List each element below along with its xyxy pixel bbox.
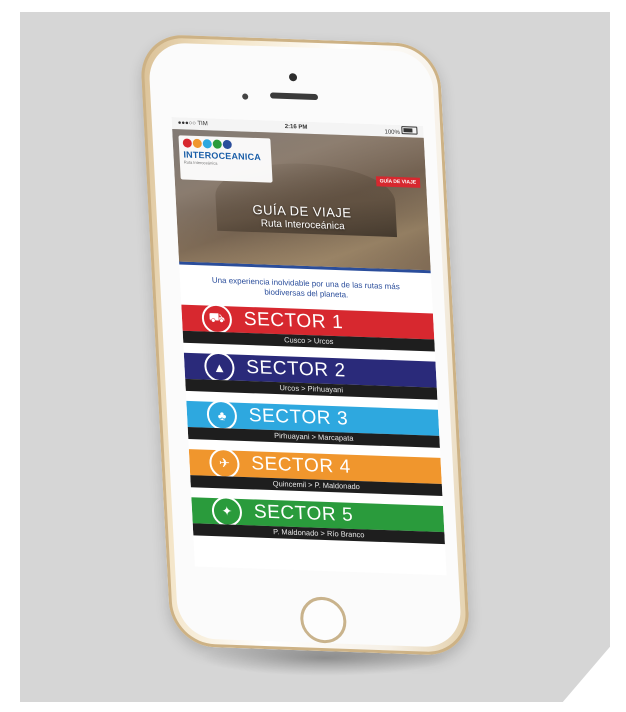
logo-dot xyxy=(222,139,232,150)
battery-icon xyxy=(401,126,418,135)
carrier-label: ●●●○○ TIM xyxy=(177,120,208,128)
sector-item[interactable]: ✦ SECTOR 5 P. Maldonado > Río Branco xyxy=(191,495,445,545)
guide-badge-button[interactable]: GUÍA DE VIAJE xyxy=(375,176,421,188)
sector-item[interactable]: ♣ SECTOR 3 Pirhuayani > Marcapata xyxy=(186,399,440,448)
app-screen: ●●●○○ TIM 2:16 PM 100% INTEROCEANICA Rut… xyxy=(171,117,447,576)
sector-label: SECTOR 3 xyxy=(248,405,349,430)
earpiece-speaker xyxy=(269,92,319,101)
battery-text: 100% xyxy=(384,129,401,137)
sector-list: ⛟ SECTOR 1 Cusco > Urcos ▲ SECTOR 2 Urcos > P… xyxy=(181,303,445,545)
hero-banner: INTEROCEANICA Ruta Interoceánica GUÍA DE… xyxy=(172,129,431,271)
logo-dot xyxy=(202,139,213,149)
logo-dot xyxy=(192,138,203,149)
brand-logo[interactable]: INTEROCEANICA Ruta Interoceánica xyxy=(178,135,273,183)
logo-dot xyxy=(182,138,193,148)
smartphone: ●●●○○ TIM 2:16 PM 100% INTEROCEANICA Rut… xyxy=(139,33,471,657)
front-camera-icon xyxy=(288,73,298,82)
sector-label: SECTOR 1 xyxy=(243,308,344,334)
sector-label: SECTOR 4 xyxy=(250,453,352,478)
sector-label: SECTOR 5 xyxy=(253,501,354,526)
sector-item[interactable]: ✈ SECTOR 4 Quincemil > P. Maldonado xyxy=(188,447,443,497)
home-button[interactable] xyxy=(299,596,348,644)
battery-group: 100% xyxy=(384,125,418,136)
phone-face: ●●●○○ TIM 2:16 PM 100% INTEROCEANICA Rut… xyxy=(147,42,463,648)
sector-item[interactable]: ▲ SECTOR 2 Urcos > Pirhuayani xyxy=(183,351,438,400)
sector-label: SECTOR 2 xyxy=(245,356,347,382)
proximity-sensor-icon xyxy=(242,93,249,100)
sector-item[interactable]: ⛟ SECTOR 1 Cusco > Urcos xyxy=(181,303,435,352)
phone-mockup: ●●●○○ TIM 2:16 PM 100% INTEROCEANICA Rut… xyxy=(105,33,505,657)
logo-dots xyxy=(182,138,267,150)
logo-dot xyxy=(212,139,222,149)
clock: 2:16 PM xyxy=(284,123,308,131)
